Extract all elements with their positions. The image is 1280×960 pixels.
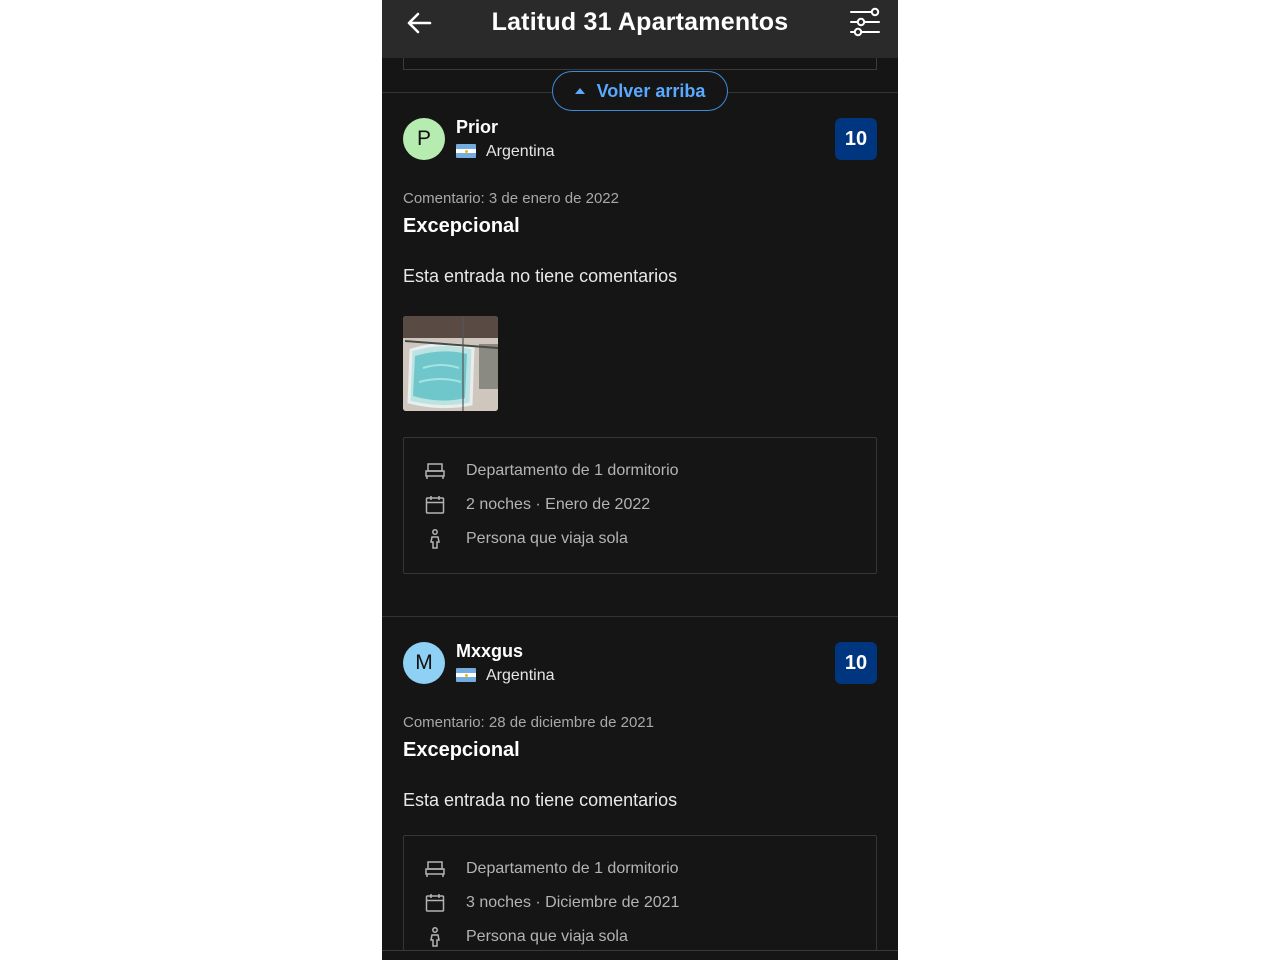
stay-traveler: Persona que viaja sola <box>466 530 628 547</box>
stay-traveler: Persona que viaja sola <box>466 928 628 945</box>
stay-details: Departamento de 1 dormitorio 3 noches · … <box>403 835 877 960</box>
stay-room: Departamento de 1 dormitorio <box>466 462 679 479</box>
argentina-flag-icon <box>456 668 476 682</box>
bottom-edge <box>382 950 898 960</box>
pool-photo-icon <box>403 316 498 411</box>
review-title: Excepcional <box>403 739 520 761</box>
back-to-top-button[interactable]: Volver arriba <box>552 71 728 111</box>
stay-room: Departamento de 1 dormitorio <box>466 860 679 877</box>
stay-nights: 2 noches · Enero de 2022 <box>466 496 651 513</box>
person-icon <box>430 529 440 549</box>
bed-icon <box>425 463 445 479</box>
calendar-icon <box>425 894 445 912</box>
reviewer-country: Argentina <box>486 667 555 684</box>
argentina-flag-icon <box>456 144 476 158</box>
filter-button[interactable] <box>848 5 882 39</box>
stay-nights-row: 2 noches · Enero de 2022 <box>424 494 650 516</box>
calendar-icon <box>425 496 445 514</box>
previous-card-edge <box>403 58 877 70</box>
sliders-icon <box>850 7 880 37</box>
review-photo[interactable] <box>403 316 498 411</box>
review-date: Comentario: 28 de diciembre de 2021 <box>403 714 654 731</box>
person-icon <box>430 927 440 947</box>
review-title: Excepcional <box>403 215 520 237</box>
stay-traveler-row: Persona que viaja sola <box>424 528 628 550</box>
bed-icon <box>425 861 445 877</box>
phone-screen: Latitud 31 Apartamentos Volver arriba P … <box>382 0 898 960</box>
score-badge: 10 <box>835 118 877 160</box>
stay-nights: 3 noches · Diciembre de 2021 <box>466 894 680 911</box>
stay-details: Departamento de 1 dormitorio 2 noches · … <box>403 437 877 574</box>
stay-room-row: Departamento de 1 dormitorio <box>424 460 679 482</box>
back-to-top-label: Volver arriba <box>596 80 706 101</box>
stay-nights-row: 3 noches · Diciembre de 2021 <box>424 892 679 914</box>
avatar: P <box>403 118 445 160</box>
score-badge: 10 <box>835 642 877 684</box>
divider <box>382 616 898 617</box>
stay-traveler-row: Persona que viaja sola <box>424 926 628 948</box>
stay-room-row: Departamento de 1 dormitorio <box>424 858 679 880</box>
page-title: Latitud 31 Apartamentos <box>491 8 789 36</box>
review-date: Comentario: 3 de enero de 2022 <box>403 190 619 207</box>
reviewer-name: Mxxgus <box>456 641 524 661</box>
avatar: M <box>403 642 445 684</box>
reviewer-country: Argentina <box>486 143 555 160</box>
caret-up-icon <box>574 88 585 94</box>
app-bar: Latitud 31 Apartamentos <box>382 0 898 58</box>
review-text: Esta entrada no tiene comentarios <box>403 790 678 810</box>
review-text: Esta entrada no tiene comentarios <box>403 266 678 286</box>
reviewer-name: Prior <box>456 117 499 137</box>
